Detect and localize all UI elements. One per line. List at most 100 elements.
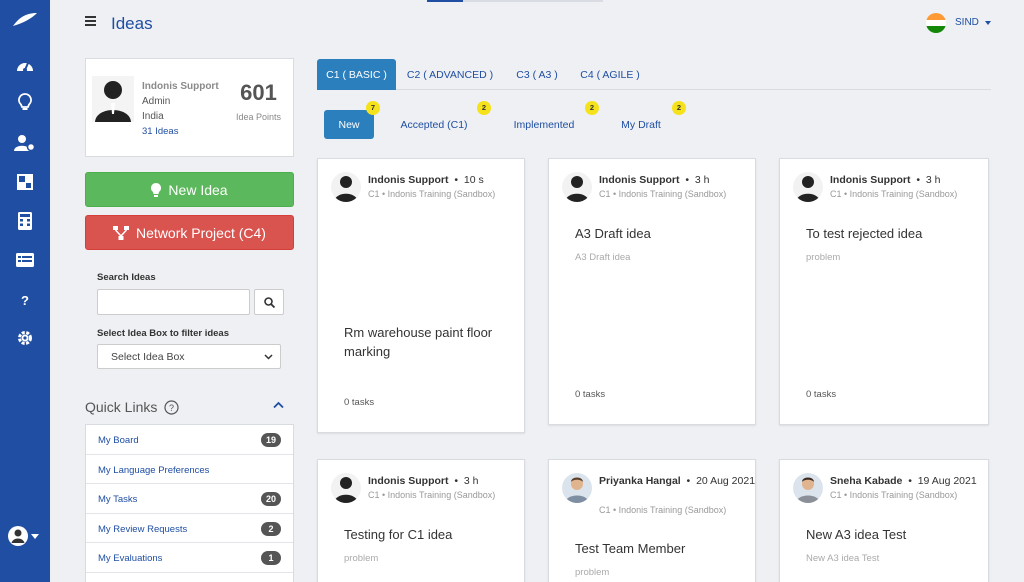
quick-link-more[interactable] xyxy=(86,573,293,582)
card-tasks: 0 tasks xyxy=(575,389,606,400)
idea-card[interactable]: Indonis Support • 3 h C1 • Indonis Train… xyxy=(317,459,525,582)
list-icon[interactable] xyxy=(0,248,50,272)
quick-link-label: My Review Requests xyxy=(98,523,188,535)
idea-box-select-value: Select Idea Box xyxy=(111,351,185,363)
quick-link-review-requests[interactable]: My Review Requests 2 xyxy=(86,514,293,543)
svg-text:?: ? xyxy=(169,403,174,413)
card-title[interactable]: Test Team Member xyxy=(575,539,755,558)
card-author-line: Priyanka Hangal • 20 Aug 2021 xyxy=(599,475,756,487)
quick-link-label: My Evaluations xyxy=(98,553,163,564)
subtab-accepted-badge: 2 xyxy=(477,101,491,115)
idea-card[interactable]: Indonis Support • 3 h C1 • Indonis Train… xyxy=(548,158,756,425)
top-scroll-indicator xyxy=(427,0,463,2)
count-badge: 19 xyxy=(260,433,281,447)
count-badge: 2 xyxy=(261,521,281,536)
lightbulb-icon xyxy=(151,182,162,197)
profile-role: Admin xyxy=(142,96,171,107)
user-avatar-icon[interactable] xyxy=(0,524,50,548)
card-author: Indonis Support xyxy=(368,174,449,186)
card-author: Priyanka Hangal xyxy=(599,475,681,487)
idea-card[interactable]: Priyanka Hangal • 20 Aug 2021 C1 • Indon… xyxy=(548,459,756,582)
profile-ideas-link[interactable]: 31 Ideas xyxy=(142,126,178,137)
idea-card[interactable]: Sneha Kabade • 19 Aug 2021 C1 • Indonis … xyxy=(779,459,989,582)
quick-link-my-evaluations[interactable]: My Evaluations 1 xyxy=(86,543,293,573)
help-icon[interactable]: ? xyxy=(0,288,50,312)
card-description: New A3 idea Test xyxy=(806,553,880,564)
india-flag-icon[interactable] xyxy=(926,13,946,33)
idea-box-select[interactable]: Select Idea Box xyxy=(97,344,281,369)
dashboard-icon[interactable] xyxy=(0,53,50,77)
top-scroll-track xyxy=(463,0,603,2)
card-description: A3 Draft idea xyxy=(575,252,631,263)
card-tasks: 0 tasks xyxy=(806,389,837,400)
card-title[interactable]: New A3 idea Test xyxy=(806,525,986,544)
level-tabs: C1 ( BASIC ) C2 ( ADVANCED ) C3 ( A3 ) C… xyxy=(317,59,991,90)
board-icon[interactable] xyxy=(0,170,50,194)
search-button[interactable] xyxy=(254,289,284,315)
quick-link-my-tasks[interactable]: My Tasks 20 xyxy=(86,484,293,514)
chevron-down-icon xyxy=(264,354,273,360)
card-meta: C1 • Indonis Training (Sandbox) xyxy=(368,490,496,500)
subtab-implemented[interactable]: Implemented xyxy=(503,110,585,139)
idea-card[interactable]: Indonis Support • 3 h C1 • Indonis Train… xyxy=(779,158,989,425)
subtab-implemented-badge: 2 xyxy=(585,101,599,115)
calculator-icon[interactable] xyxy=(0,209,50,233)
chevron-up-icon[interactable] xyxy=(272,399,285,412)
card-time: 3 h xyxy=(925,174,941,186)
user-menu-label[interactable]: SIND xyxy=(955,17,979,28)
quick-links-title: Quick Links xyxy=(85,399,158,415)
new-idea-button[interactable]: New Idea xyxy=(85,172,294,207)
card-author-line: Indonis Support • 3 h xyxy=(830,174,941,186)
gear-icon[interactable] xyxy=(0,326,50,350)
author-avatar xyxy=(331,473,361,503)
quick-link-label: My Board xyxy=(98,435,139,446)
quick-link-language-preferences[interactable]: My Language Preferences xyxy=(86,455,293,484)
profile-country: India xyxy=(142,111,164,122)
card-meta: C1 • Indonis Training (Sandbox) xyxy=(830,490,958,500)
quick-link-my-board[interactable]: My Board 19 xyxy=(86,425,293,455)
network-icon xyxy=(113,225,130,240)
subtab-new[interactable]: New xyxy=(324,110,374,139)
subtab-new-badge: 7 xyxy=(366,101,380,115)
card-meta: C1 • Indonis Training (Sandbox) xyxy=(599,505,727,515)
idea-points-value: 601 xyxy=(240,80,277,105)
quick-link-label: My Language Preferences xyxy=(98,464,210,476)
new-idea-label: New Idea xyxy=(168,181,228,198)
quick-link-label: My Tasks xyxy=(98,494,138,505)
lightbulb-icon[interactable] xyxy=(0,90,50,114)
logo-icon[interactable] xyxy=(0,8,50,32)
network-project-label: Network Project (C4) xyxy=(136,224,266,241)
caret-down-icon[interactable] xyxy=(985,21,991,25)
tab-c2-advanced[interactable]: C2 ( ADVANCED ) xyxy=(401,59,499,90)
card-title[interactable]: Testing for C1 idea xyxy=(344,525,524,544)
card-title[interactable]: A3 Draft idea xyxy=(575,224,755,243)
author-avatar xyxy=(331,172,361,202)
card-title[interactable]: Rm warehouse paint floor marking xyxy=(344,323,524,361)
network-project-button[interactable]: Network Project (C4) xyxy=(85,215,294,250)
search-ideas-input[interactable] xyxy=(97,289,250,315)
card-time: 10 s xyxy=(463,174,484,186)
card-author-line: Indonis Support • 10 s xyxy=(368,174,484,186)
card-meta: C1 • Indonis Training (Sandbox) xyxy=(368,189,496,199)
count-badge: 1 xyxy=(261,551,281,565)
hamburger-menu-icon[interactable] xyxy=(85,16,96,28)
card-author-line: Indonis Support • 3 h xyxy=(599,174,710,186)
help-circle-icon[interactable]: ? xyxy=(164,400,179,415)
user-settings-icon[interactable] xyxy=(0,131,50,155)
tab-c3-a3[interactable]: C3 ( A3 ) xyxy=(507,59,567,90)
subtab-my-draft[interactable]: My Draft xyxy=(612,110,670,139)
tab-c1-basic[interactable]: C1 ( BASIC ) xyxy=(317,59,396,90)
idea-box-filter-label: Select Idea Box to filter ideas xyxy=(97,328,229,339)
card-title[interactable]: To test rejected idea xyxy=(806,224,986,243)
card-description: problem xyxy=(575,567,610,578)
tab-c4-agile[interactable]: C4 ( AGILE ) xyxy=(575,59,645,90)
profile-card: Indonis Support Admin India 31 Ideas 601… xyxy=(85,58,294,157)
subtab-accepted[interactable]: Accepted (C1) xyxy=(393,110,475,139)
card-meta: C1 • Indonis Training (Sandbox) xyxy=(830,189,958,199)
left-nav-rail: ? xyxy=(0,0,50,582)
idea-card[interactable]: Indonis Support • 10 s C1 • Indonis Trai… xyxy=(317,158,525,433)
card-author: Indonis Support xyxy=(830,174,911,186)
card-time: 20 Aug 2021 xyxy=(696,475,756,487)
search-ideas-label: Search Ideas xyxy=(97,272,156,283)
card-author: Sneha Kabade xyxy=(830,475,903,487)
